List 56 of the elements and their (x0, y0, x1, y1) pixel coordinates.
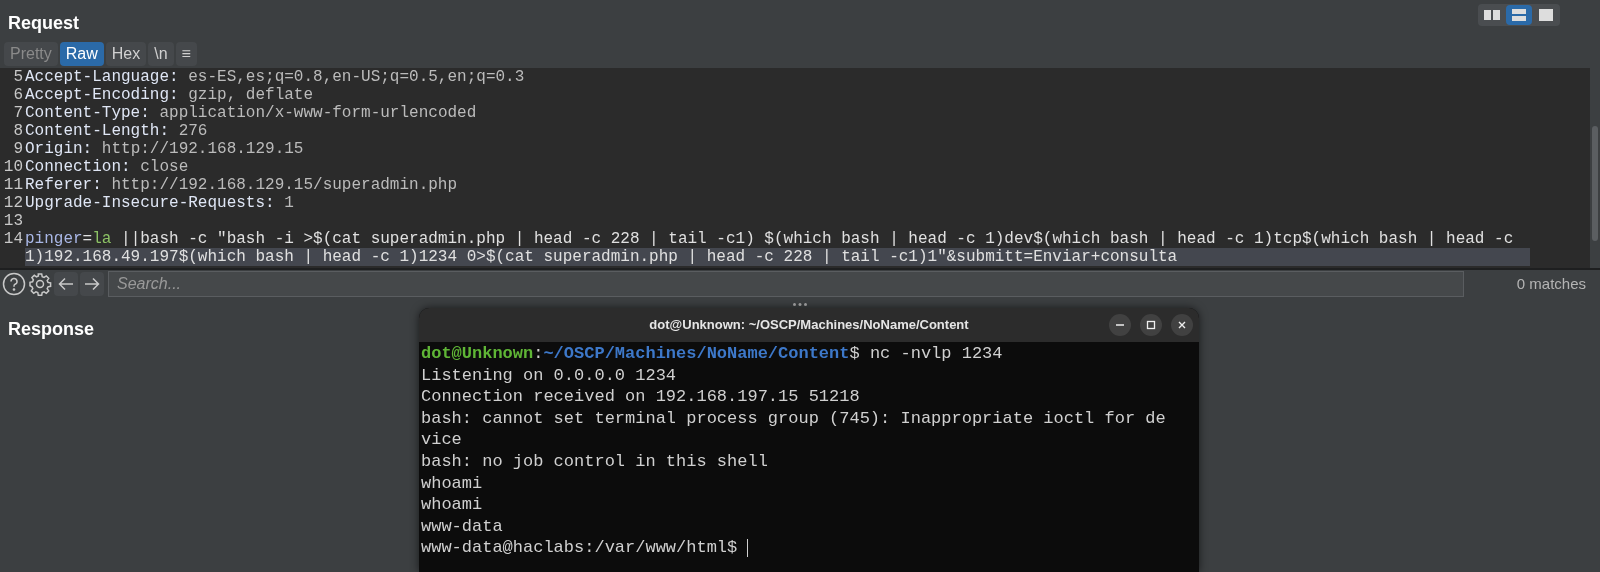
layout-button[interactable] (1506, 5, 1532, 25)
splitter-handle-icon[interactable] (793, 302, 807, 306)
terminal-line: bash: no job control in this shell (421, 450, 769, 473)
line-number: 11 (2, 176, 24, 194)
line-number: 10 (2, 158, 24, 176)
line-number: 12 (2, 194, 24, 212)
close-button[interactable] (1171, 314, 1193, 336)
terminal-line: Listening on 0.0.0.0 1234 (421, 364, 678, 387)
scrollbar[interactable] (1590, 68, 1600, 268)
rows-icon (1511, 9, 1527, 21)
match-count: 0 matches (1516, 273, 1586, 294)
header-line: Content-Length: 276 (25, 122, 208, 140)
response-title: Response (8, 319, 95, 339)
header-line: Accept-Encoding: gzip, deflate (25, 86, 314, 104)
line-number: 14 (2, 230, 24, 250)
terminal-line: whoami (421, 472, 484, 495)
search-field[interactable]: Search... (108, 271, 1464, 297)
header-line: Connection: close (25, 158, 189, 176)
minimize-button[interactable] (1109, 314, 1131, 336)
columns-icon (1484, 9, 1500, 21)
tab[interactable]: Hex (105, 42, 147, 66)
line-number: 13 (2, 212, 24, 230)
tab[interactable]: Raw (59, 42, 104, 66)
terminal-line: bash: cannot set terminal process group (745): Inappropriate ioctl for de (421, 407, 1167, 430)
terminal-line: dot@Unknown:~/OSCP/Machines/NoName/Content$ nc -nvlp 1234 (421, 343, 1004, 365)
right-arrow-icon (84, 277, 100, 291)
maximize-button[interactable] (1140, 314, 1162, 336)
terminal-line: whoami (421, 494, 484, 516)
maximize-icon (1146, 320, 1156, 330)
tab[interactable]: ≡ (175, 42, 197, 66)
previous-button[interactable] (54, 272, 78, 296)
single-pane-icon (1538, 9, 1554, 21)
header-line: Referer: http://192.168.129.15/superadmin.php (25, 176, 458, 194)
header-line: Content-Type: application/x-www-form-urlencoded (25, 104, 477, 122)
text-cursor (747, 539, 749, 558)
terminal-line: www-data@haclabs:/var/www/html$ (421, 537, 738, 559)
line-number: 5 (12, 68, 24, 86)
line-number: 6 (12, 86, 24, 104)
line-number: 8 (12, 122, 24, 140)
header-line: Accept-Language: es-ES,es;q=0.8,en-US;q=0.5,en;q=0.3 (25, 68, 525, 86)
line-number: 9 (12, 140, 24, 158)
help-icon[interactable] (2, 272, 26, 296)
header-line: Origin: http://192.168.129.15 (25, 140, 304, 158)
close-icon (1177, 320, 1187, 330)
next-button[interactable] (80, 272, 104, 296)
tab[interactable]: \n (148, 42, 174, 66)
terminal-line: vice (421, 429, 463, 451)
line-number: 7 (12, 104, 24, 122)
left-arrow-icon (58, 277, 74, 291)
request-title: Request (8, 12, 79, 35)
window-title: dot@Unknown: ~/OSCP/Machines/NoName/Content (649, 316, 969, 335)
minimize-icon (1116, 324, 1124, 326)
settings-icon[interactable] (28, 272, 52, 296)
terminal-line: Connection received on 192.168.197.15 51218 (421, 386, 861, 408)
header-line: Upgrade-Insecure-Requests: 1 (25, 194, 294, 212)
terminal-line: www-data (421, 515, 504, 538)
